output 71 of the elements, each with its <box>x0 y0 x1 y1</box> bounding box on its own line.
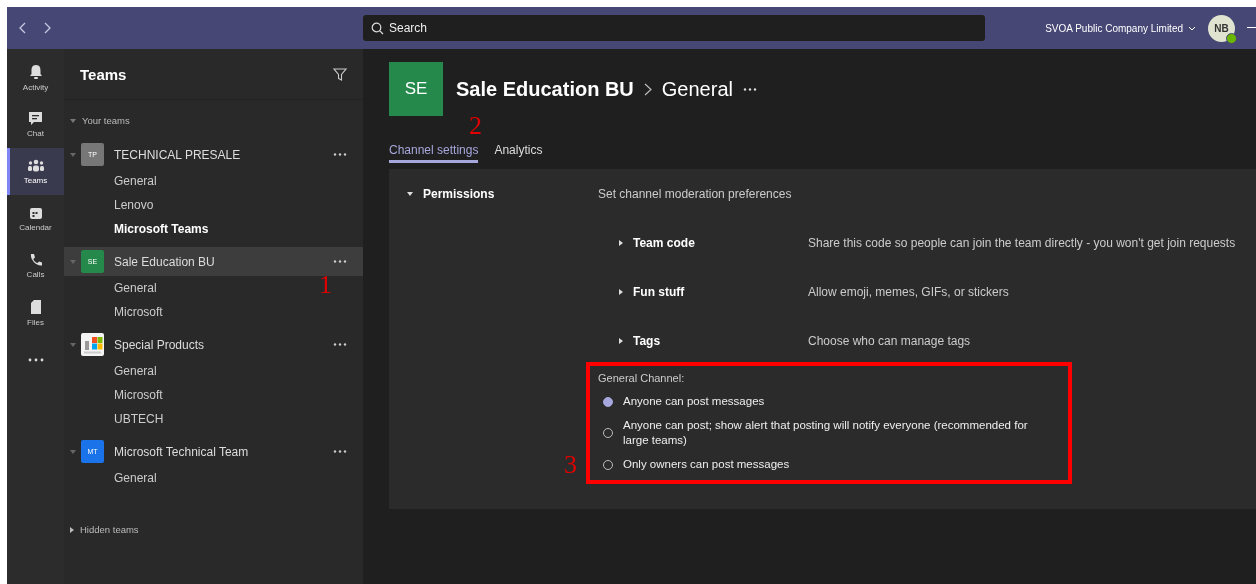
radio-button[interactable] <box>603 396 613 407</box>
setting-description: Share this code so people can join the team directly - you won't get join requests <box>808 236 1236 250</box>
more-icon <box>27 357 44 362</box>
caret-down-icon <box>70 152 76 157</box>
option-label: Only owners can post messages <box>623 457 790 472</box>
team-avatar: SE <box>389 62 443 116</box>
setting-description: Allow emoji, memes, GIFs, or stickers <box>808 285 1009 299</box>
more-options-icon[interactable] <box>333 260 347 263</box>
caret-right-icon <box>619 289 623 295</box>
channel-item[interactable]: Lenovo <box>114 198 154 212</box>
back-icon[interactable] <box>19 22 27 34</box>
setting-description: Choose who can manage tags <box>808 334 971 348</box>
permissions-toggle[interactable]: Permissions <box>407 187 598 201</box>
channel-item[interactable]: General <box>114 364 157 378</box>
app-bar-item[interactable]: Files <box>7 289 64 336</box>
caret-down-icon <box>70 342 76 347</box>
more-options-icon[interactable] <box>333 343 347 346</box>
chat-icon <box>28 111 43 126</box>
app-bar-item[interactable]: Activity <box>7 54 64 101</box>
caret-right-icon <box>619 338 623 344</box>
group-label: General Channel: <box>598 372 686 384</box>
chevron-right-icon <box>643 82 652 96</box>
caret-down-icon <box>70 118 76 123</box>
annotation-number: 3 <box>564 452 577 478</box>
channel-item[interactable]: General <box>114 281 157 295</box>
app-bar-item[interactable]: Teams <box>7 148 64 195</box>
calendar-icon <box>28 205 43 220</box>
team-name[interactable]: Sale Education BU <box>456 77 634 101</box>
section-description: Set channel moderation preferences <box>598 187 792 201</box>
caret-down-icon <box>407 192 413 196</box>
caret-right-icon <box>619 240 623 246</box>
organization-switcher[interactable]: SVOA Public Company Limited <box>1045 22 1196 34</box>
setting-toggle[interactable]: Team code <box>619 236 808 250</box>
setting-toggle[interactable]: Fun stuff <box>619 285 808 299</box>
chevron-down-icon <box>1188 25 1196 31</box>
app-bar-item[interactable]: Calls <box>7 242 64 289</box>
team-item[interactable]: Special Products <box>64 330 363 359</box>
caret-down-icon <box>70 259 76 264</box>
minimize-icon[interactable] <box>1247 27 1256 29</box>
bell-icon <box>28 63 43 80</box>
setting-toggle[interactable]: Tags <box>619 334 808 348</box>
caret-down-icon <box>70 449 76 454</box>
sidebar-title: Teams <box>80 65 127 83</box>
channel-item[interactable]: Microsoft <box>114 388 163 402</box>
channel-item[interactable]: General <box>114 471 157 485</box>
caret-right-icon <box>70 526 74 533</box>
app-bar-item[interactable]: Calendar <box>7 195 64 242</box>
channel-item[interactable]: UBTECH <box>114 412 164 426</box>
channel-item[interactable]: Microsoft <box>114 305 163 319</box>
channel-item[interactable]: General <box>114 174 157 188</box>
user-avatar[interactable]: NB <box>1208 14 1235 42</box>
tab[interactable]: Channel settings <box>389 143 479 163</box>
search-field[interactable]: Search <box>363 15 985 41</box>
search-icon <box>371 21 384 35</box>
app-bar-item[interactable]: Chat <box>7 101 64 148</box>
section-label[interactable]: Hidden teams <box>80 524 139 535</box>
more-options-icon[interactable] <box>742 87 757 91</box>
channel-name: General <box>661 77 733 101</box>
forward-icon[interactable] <box>43 22 51 34</box>
option-label: Anyone can post messages <box>623 394 765 409</box>
section-label[interactable]: Your teams <box>82 115 130 126</box>
phone-icon <box>28 252 43 267</box>
people-icon <box>26 158 45 173</box>
file-icon <box>29 298 42 315</box>
option-label: Anyone can post; show alert that posting will notify everyone (recommended for large teams) <box>623 418 1029 448</box>
more-options-icon[interactable] <box>333 153 347 156</box>
more-options-icon[interactable] <box>333 450 347 453</box>
annotation-number: 2 <box>469 113 482 139</box>
tab[interactable]: Analytics <box>494 143 543 163</box>
filter-icon[interactable] <box>333 67 347 81</box>
channel-item[interactable]: Microsoft Teams <box>114 222 209 236</box>
